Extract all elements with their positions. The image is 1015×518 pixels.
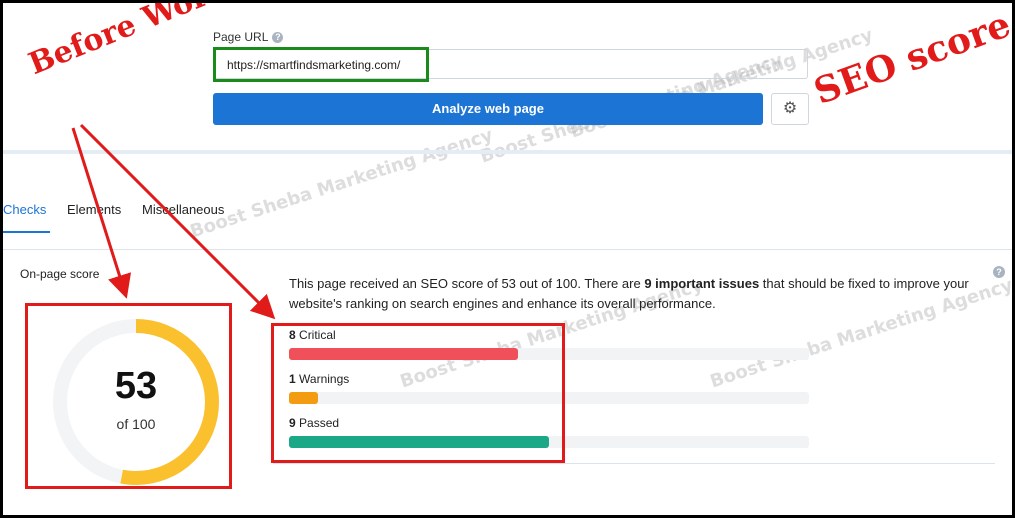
section-divider [273,463,995,464]
analyze-button[interactable]: Analyze web page [213,93,763,125]
score-highlight-box [25,303,232,489]
url-highlight-box [213,47,429,82]
gear-icon: ⚙ [782,100,798,117]
score-summary: This page received an SEO score of 53 ou… [289,276,969,311]
tab-bar: Checks Elements Miscellaneous [3,193,1012,233]
tab-elements[interactable]: Elements [67,202,121,217]
tab-miscellaneous[interactable]: Miscellaneous [142,202,224,217]
tab-checks[interactable]: Checks [3,202,46,217]
seo-score-annotation: SEO score [808,3,1015,114]
stats-highlight-box [271,323,565,463]
tabs-divider [3,249,1012,250]
before-work-annotation: Before Work [23,0,233,83]
help-icon[interactable]: ? [272,32,284,44]
header-divider [3,150,1012,154]
screenshot-frame: Boost Sheba Marketing Agency Boost Sheba… [0,0,1015,518]
onpage-score-label: On-page score [20,267,100,281]
settings-button[interactable]: ⚙ [771,93,809,125]
page-url-label: Page URL? [213,30,284,44]
help-icon[interactable]: ? [993,266,1005,278]
active-tab-indicator [3,231,50,233]
